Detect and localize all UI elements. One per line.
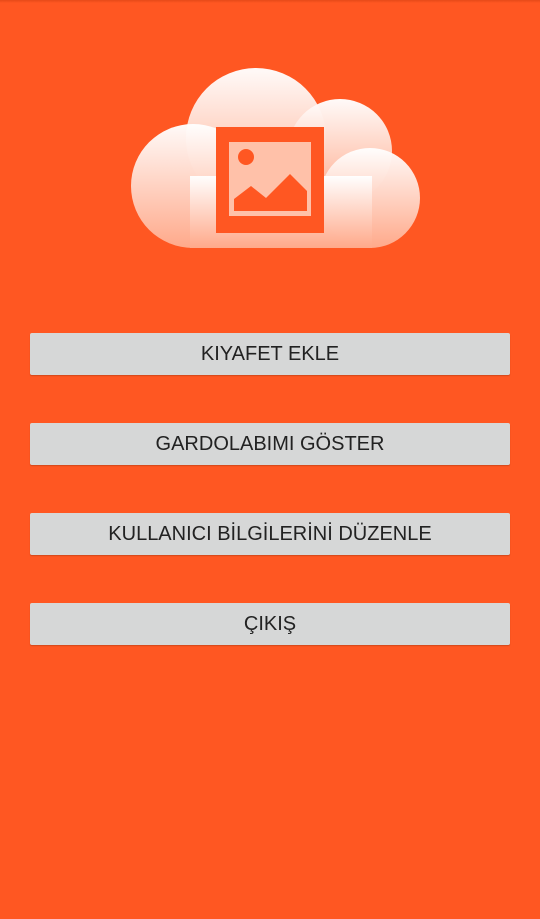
cloud-image-icon	[118, 66, 422, 250]
show-wardrobe-button[interactable]: GARDOLABIMI GÖSTER	[30, 423, 510, 465]
status-shadow	[0, 0, 540, 3]
edit-user-info-button[interactable]: KULLANICI BİLGİLERİNİ DÜZENLE	[30, 513, 510, 555]
exit-button[interactable]: ÇIKIŞ	[30, 603, 510, 645]
add-clothes-button[interactable]: KIYAFET EKLE	[30, 333, 510, 375]
